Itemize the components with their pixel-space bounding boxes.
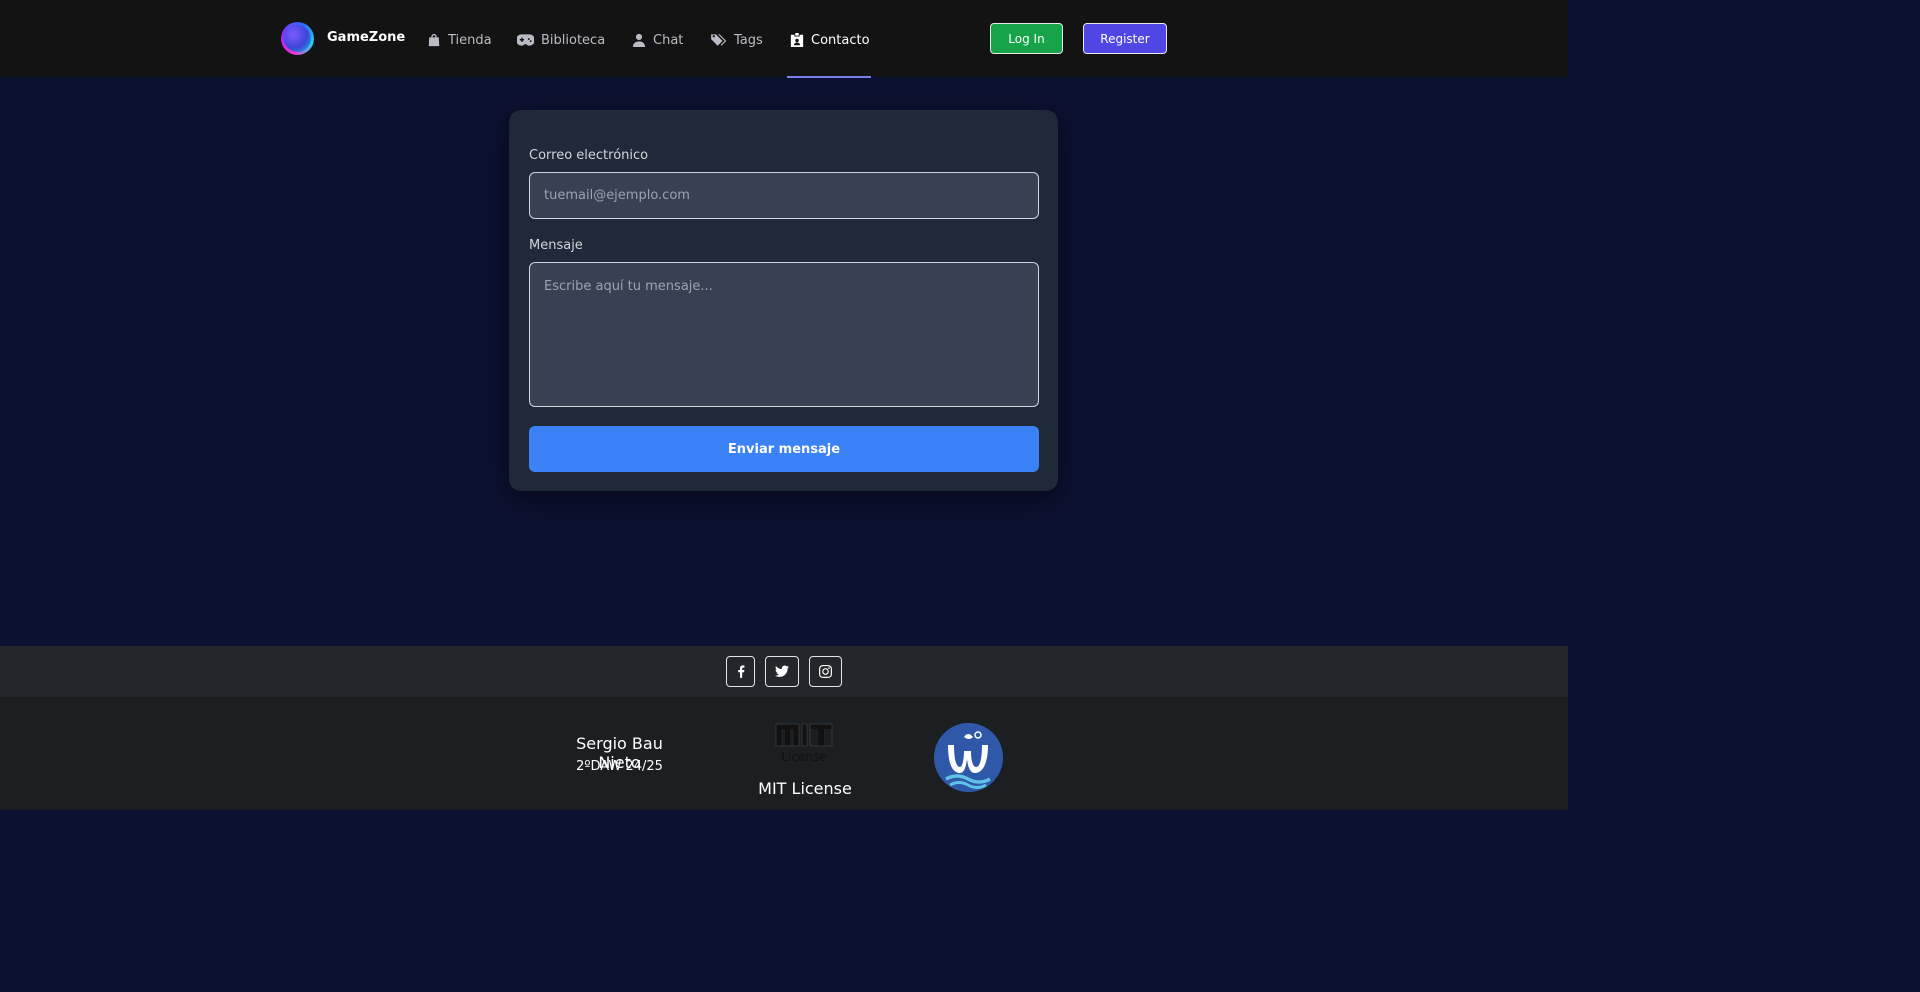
contact-card-icon [790, 33, 804, 47]
nav-item-label: Tags [734, 32, 763, 48]
instagram-button[interactable] [809, 656, 842, 687]
tags-icon [711, 34, 727, 46]
instagram-icon [819, 665, 832, 678]
brand-name[interactable]: GameZone [327, 30, 405, 45]
twitter-icon [775, 665, 789, 677]
active-tab-indicator [787, 76, 871, 78]
email-label: Correo electrónico [529, 148, 649, 163]
nav-item-tags[interactable]: Tags [711, 30, 763, 50]
nav-item-tienda[interactable]: Tienda [427, 30, 492, 50]
user-icon [632, 33, 646, 47]
nav-item-chat[interactable]: Chat [632, 30, 683, 50]
shopping-bag-icon [428, 33, 440, 47]
license-label: MIT License [758, 779, 852, 798]
nav-item-label: Contacto [811, 32, 870, 48]
message-textarea[interactable]: Escribe aquí tu mensaje... [529, 262, 1039, 407]
top-navbar [0, 0, 1568, 77]
gamezone-logo[interactable] [281, 22, 314, 55]
twitter-button[interactable] [765, 656, 799, 687]
nav-item-contacto[interactable]: Contacto [790, 30, 870, 50]
email-field[interactable]: tuemail@ejemplo.com [529, 172, 1039, 219]
nav-item-label: Tienda [448, 32, 492, 48]
message-placeholder: Escribe aquí tu mensaje... [544, 279, 713, 294]
svg-text:License: License [781, 750, 826, 764]
course-label: 2ºDAW 24/25 [576, 759, 663, 774]
nav-item-biblioteca[interactable]: Biblioteca [517, 30, 605, 50]
gamepad-icon [517, 34, 534, 46]
facebook-icon [737, 665, 744, 678]
send-message-button[interactable]: Enviar mensaje [529, 426, 1039, 472]
nav-item-label: Chat [653, 32, 684, 48]
school-logo [934, 723, 1003, 792]
login-button[interactable]: Log In [990, 23, 1063, 54]
facebook-button[interactable] [726, 656, 755, 687]
mit-license-logo: License [775, 723, 833, 764]
message-label: Mensaje [529, 238, 583, 253]
nav-item-label: Biblioteca [541, 32, 606, 48]
email-placeholder: tuemail@ejemplo.com [544, 188, 690, 203]
register-button[interactable]: Register [1083, 23, 1167, 54]
